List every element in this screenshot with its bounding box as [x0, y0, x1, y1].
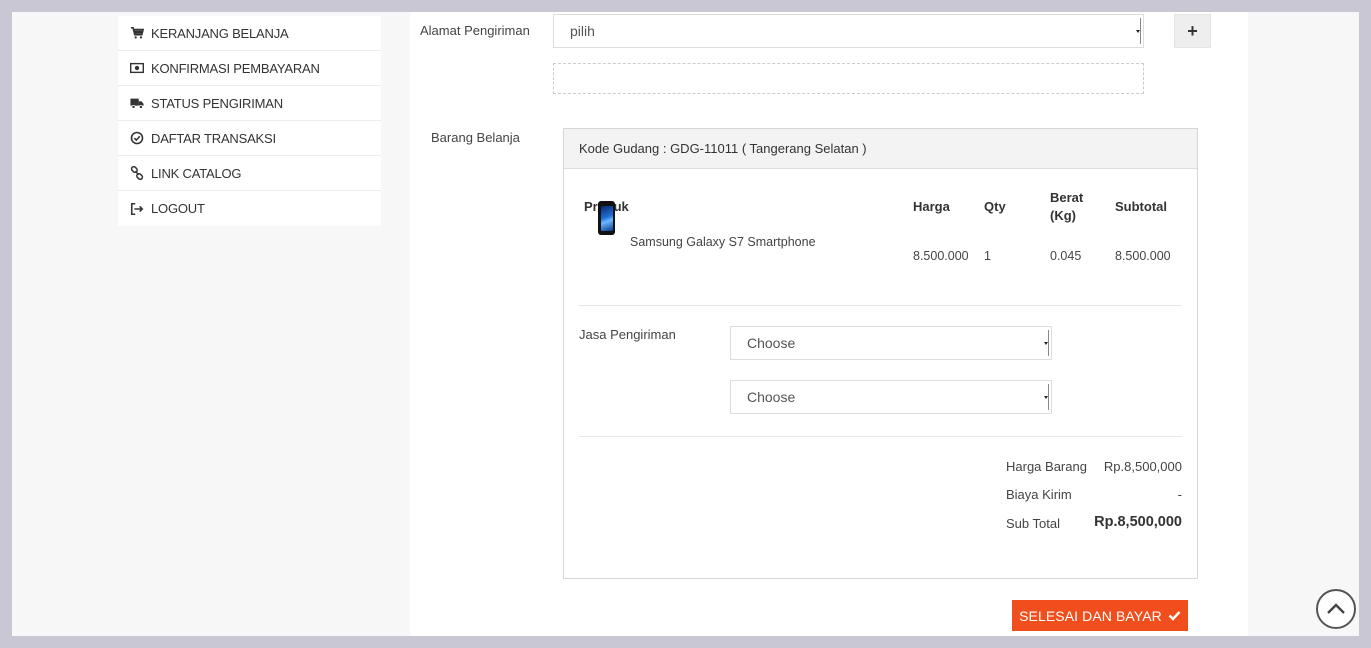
column-header-weight-line1: Berat	[1050, 190, 1084, 205]
column-header-weight-line2: (Kg)	[1050, 208, 1076, 223]
account-sidebar: KERANJANG BELANJA KONFIRMASI PEMBAYARAN …	[118, 16, 381, 226]
courier-label: Jasa Pengiriman	[579, 327, 676, 342]
product-qty: 1	[984, 249, 991, 263]
sidebar-item-label: LINK CATALOG	[151, 165, 242, 181]
shipping-address-label: Alamat Pengiriman	[420, 23, 530, 38]
finish-and-pay-label: SELESAI DAN BAYAR	[1019, 607, 1162, 624]
divider	[579, 305, 1182, 306]
logout-icon	[130, 202, 148, 216]
product-subtotal: 8.500.000	[1115, 249, 1171, 263]
product-weight: 0.045	[1050, 249, 1082, 263]
column-header-qty: Qty	[984, 199, 1006, 214]
sidebar-item-link-catalog[interactable]: LINK CATALOG	[118, 156, 381, 191]
check-circle-icon	[130, 131, 148, 145]
cart-box: Kode Gudang : GDG-11011 ( Tangerang Sela…	[563, 128, 1198, 579]
sidebar-item-payment-confirmation[interactable]: KONFIRMASI PEMBAYARAN	[118, 51, 381, 86]
warehouse-header: Kode Gudang : GDG-11011 ( Tangerang Sela…	[564, 129, 1197, 169]
sidebar-item-transactions[interactable]: DAFTAR TRANSAKSI	[118, 121, 381, 156]
checkout-panel: Alamat Pengiriman pilih + Barang Belanja…	[410, 12, 1248, 636]
sidebar-item-shipping-status[interactable]: STATUS PENGIRIMAN	[118, 86, 381, 121]
shipping-address-select[interactable]: pilih	[553, 14, 1144, 48]
shipping-address-value: pilih	[570, 23, 595, 39]
courier-service-value: Choose	[747, 389, 796, 405]
scroll-to-top-button[interactable]	[1316, 589, 1356, 629]
link-icon	[130, 166, 148, 180]
sidebar-item-label: DAFTAR TRANSAKSI	[151, 130, 276, 146]
column-header-weight: Berat (Kg)	[1050, 189, 1083, 225]
shipping-cost-value: -	[1177, 487, 1182, 502]
finish-and-pay-button[interactable]: SELESAI DAN BAYAR	[1012, 600, 1188, 631]
chevron-down-icon	[1043, 330, 1049, 356]
add-address-button[interactable]: +	[1174, 14, 1211, 48]
cart-icon	[130, 26, 148, 40]
money-icon	[130, 61, 148, 75]
courier-select-value: Choose	[747, 335, 796, 351]
chevron-down-icon	[1135, 18, 1141, 44]
product-price: 8.500.000	[913, 249, 969, 263]
address-detail-box	[553, 63, 1144, 94]
sidebar-item-label: STATUS PENGIRIMAN	[151, 95, 283, 111]
cart-label: Barang Belanja	[431, 130, 520, 145]
sidebar-item-label: LOGOUT	[151, 201, 205, 216]
chevron-down-icon	[1043, 384, 1049, 410]
courier-service-select[interactable]: Choose	[730, 380, 1052, 414]
product-image	[598, 201, 615, 235]
courier-select[interactable]: Choose	[730, 326, 1052, 360]
sidebar-item-label: KONFIRMASI PEMBAYARAN	[151, 60, 320, 76]
product-name: Samsung Galaxy S7 Smartphone	[630, 235, 816, 249]
sidebar-item-cart[interactable]: KERANJANG BELANJA	[118, 16, 381, 51]
goods-price-value: Rp.8,500,000	[1103, 459, 1182, 474]
subtotal-label: Sub Total	[1006, 516, 1060, 531]
truck-icon	[130, 96, 148, 110]
check-icon	[1168, 611, 1181, 621]
goods-price-label: Harga Barang	[1006, 459, 1087, 474]
column-header-subtotal: Subtotal	[1115, 199, 1167, 214]
sidebar-item-label: KERANJANG BELANJA	[151, 25, 289, 41]
shipping-cost-label: Biaya Kirim	[1006, 487, 1072, 502]
column-header-price: Harga	[913, 199, 950, 214]
sidebar-item-logout[interactable]: LOGOUT	[118, 191, 381, 226]
subtotal-value: Rp.8,500,000	[1094, 514, 1182, 530]
divider	[579, 436, 1182, 437]
chevron-up-icon	[1327, 603, 1345, 614]
page-viewport: KERANJANG BELANJA KONFIRMASI PEMBAYARAN …	[12, 12, 1359, 636]
